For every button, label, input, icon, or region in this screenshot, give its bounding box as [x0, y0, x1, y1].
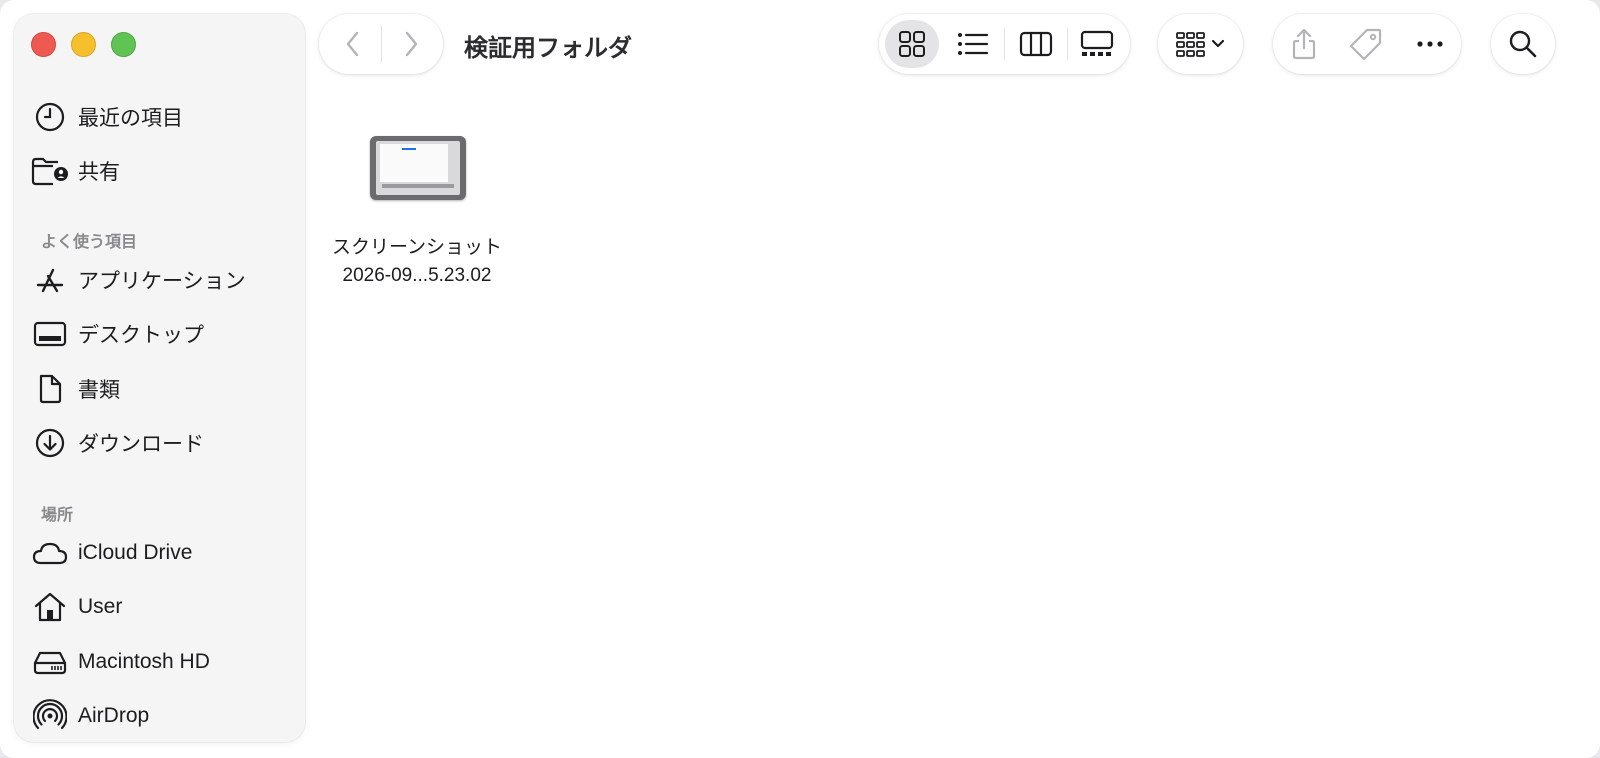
- sidebar-item-label: Macintosh HD: [78, 650, 210, 673]
- share-icon: [1292, 28, 1316, 60]
- list-view-button[interactable]: [950, 22, 996, 66]
- sidebar-item-macintosh-hd[interactable]: Macintosh HD: [30, 640, 290, 684]
- file-name-line2: 2026-09...5.23.02: [342, 265, 492, 286]
- view-divider: [1004, 28, 1005, 60]
- sidebar-item-label: 共有: [78, 161, 120, 184]
- file-name: スクリーンショット 2026-09...5.23.02: [322, 234, 512, 290]
- share-button[interactable]: [1282, 22, 1326, 66]
- sidebar-item-shared[interactable]: 共有: [30, 149, 290, 193]
- file-name-line1: スクリーンショット: [331, 237, 503, 258]
- screenshot-thumbnail: [370, 136, 466, 200]
- gallery-view-button[interactable]: [1074, 22, 1120, 66]
- window-title: 検証用フォルダ: [464, 35, 632, 62]
- favorites-section-header: よく使う項目: [41, 234, 138, 251]
- sidebar-item-label: アプリケーション: [78, 270, 246, 293]
- thumbnail-accent: [402, 148, 416, 150]
- sidebar-item-label: 最近の項目: [78, 107, 183, 130]
- column-view-button[interactable]: [1013, 22, 1059, 66]
- sidebar-item-desktop[interactable]: デスクトップ: [30, 312, 290, 356]
- view-divider: [1067, 28, 1068, 60]
- home-icon: [30, 587, 70, 627]
- sidebar-item-applications[interactable]: アプリケーション: [30, 258, 290, 302]
- desktop-icon: [30, 314, 70, 354]
- thumbnail-dock: [382, 184, 454, 188]
- document-icon: [30, 369, 70, 409]
- sidebar-item-label: 書類: [78, 379, 120, 402]
- search-icon: [1509, 30, 1537, 58]
- locations-section-header: 場所: [41, 507, 74, 524]
- sidebar-item-icloud-drive[interactable]: iCloud Drive: [30, 531, 290, 575]
- sidebar-item-label: iCloud Drive: [78, 541, 193, 564]
- columns-icon: [1019, 31, 1053, 57]
- sidebar-item-documents[interactable]: 書類: [30, 367, 290, 411]
- group-by-icon: [1176, 32, 1225, 57]
- airdrop-icon: [30, 696, 70, 736]
- sidebar-item-airdrop[interactable]: AirDrop: [30, 694, 290, 738]
- tag-button[interactable]: [1344, 22, 1388, 66]
- tag-icon: [1349, 28, 1382, 61]
- chevron-left-icon: [346, 31, 359, 57]
- close-button[interactable]: [31, 32, 56, 57]
- clock-icon: [30, 97, 70, 137]
- ellipsis-icon: [1417, 41, 1443, 47]
- forward-button[interactable]: [391, 24, 431, 64]
- cloud-icon: [30, 533, 70, 573]
- maximize-button[interactable]: [111, 32, 136, 57]
- shared-folder-icon: [30, 151, 70, 191]
- download-icon: [30, 423, 70, 463]
- search-button[interactable]: [1501, 22, 1545, 66]
- back-button[interactable]: [333, 24, 373, 64]
- applications-icon: [30, 260, 70, 300]
- minimize-button[interactable]: [71, 32, 96, 57]
- grid-icon: [899, 31, 925, 57]
- icon-view-button[interactable]: [885, 20, 939, 68]
- group-by-button[interactable]: [1166, 22, 1236, 66]
- gallery-icon: [1080, 30, 1114, 56]
- finder-window: 最近の項目 共有 よく使う項目 アプリケーション デスクトップ 書類 ダウンロー…: [0, 0, 1600, 758]
- sidebar-item-label: AirDrop: [78, 704, 150, 727]
- sidebar-item-recents[interactable]: 最近の項目: [30, 95, 290, 139]
- hard-drive-icon: [30, 642, 70, 682]
- sidebar-item-downloads[interactable]: ダウンロード: [30, 421, 290, 465]
- sidebar-item-user[interactable]: User: [30, 585, 290, 629]
- sidebar-item-label: User: [78, 595, 123, 618]
- sidebar-item-label: デスクトップ: [78, 324, 204, 347]
- sidebar-item-label: ダウンロード: [78, 433, 204, 456]
- list-icon: [958, 33, 989, 55]
- more-button[interactable]: [1408, 22, 1452, 66]
- chevron-right-icon: [405, 31, 418, 57]
- nav-divider: [381, 26, 382, 62]
